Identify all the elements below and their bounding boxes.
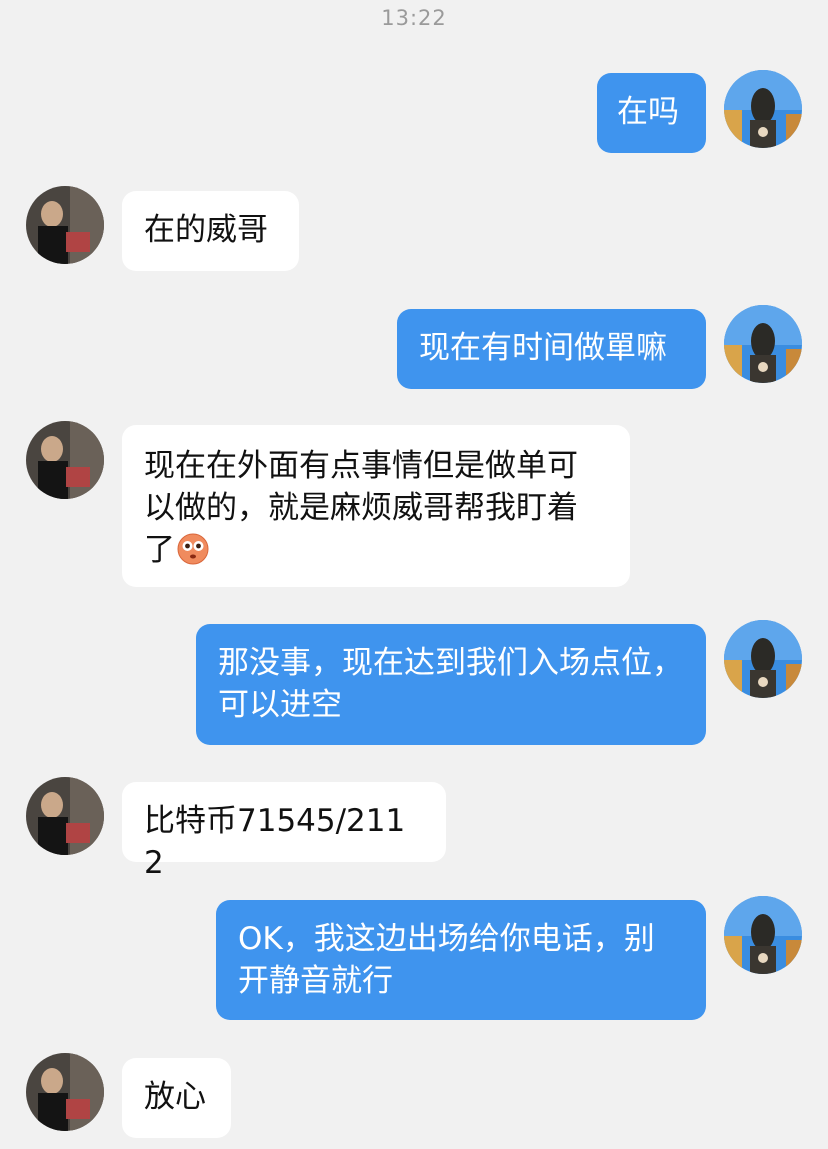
message-text: OK，我这边出场给你电话，别开静音就行	[238, 921, 655, 999]
flushed-face-emoji	[177, 533, 209, 565]
message-text: 现在有时间做單嘛	[419, 330, 667, 366]
message-text: 那没事，现在达到我们入场点位，可以进空	[218, 645, 683, 723]
message-bubble-received[interactable]: 比特币71545/2112	[122, 782, 446, 881]
contact-avatar[interactable]	[26, 186, 104, 264]
message-text: 放心	[144, 1079, 206, 1115]
message-text: 比特币71545/2112	[144, 803, 406, 881]
my-avatar[interactable]	[724, 70, 802, 148]
message-text: 在的威哥	[144, 212, 268, 248]
my-avatar[interactable]	[724, 305, 802, 383]
message-text: 现在在外面有点事情但是做单可以做的，就是麻烦威哥帮我盯着了	[144, 448, 578, 568]
message-text: 在吗	[617, 94, 679, 130]
message-bubble-sent[interactable]: OK，我这边出场给你电话，别开静音就行	[216, 900, 706, 1020]
message-bubble-received[interactable]: 现在在外面有点事情但是做单可以做的，就是麻烦威哥帮我盯着了	[122, 425, 630, 587]
contact-avatar[interactable]	[26, 777, 104, 855]
message-bubble-sent[interactable]: 现在有时间做單嘛	[397, 309, 706, 389]
message-bubble-sent[interactable]: 那没事，现在达到我们入场点位，可以进空	[196, 624, 706, 745]
message-bubble-received[interactable]: 在的威哥	[122, 191, 299, 271]
my-avatar[interactable]	[724, 620, 802, 698]
message-bubble-received[interactable]: 放心	[122, 1058, 231, 1138]
contact-avatar[interactable]	[26, 1053, 104, 1131]
chat-timestamp: 13:22	[381, 6, 447, 30]
contact-avatar[interactable]	[26, 421, 104, 499]
message-bubble-sent[interactable]: 在吗	[597, 73, 706, 153]
my-avatar[interactable]	[724, 896, 802, 974]
